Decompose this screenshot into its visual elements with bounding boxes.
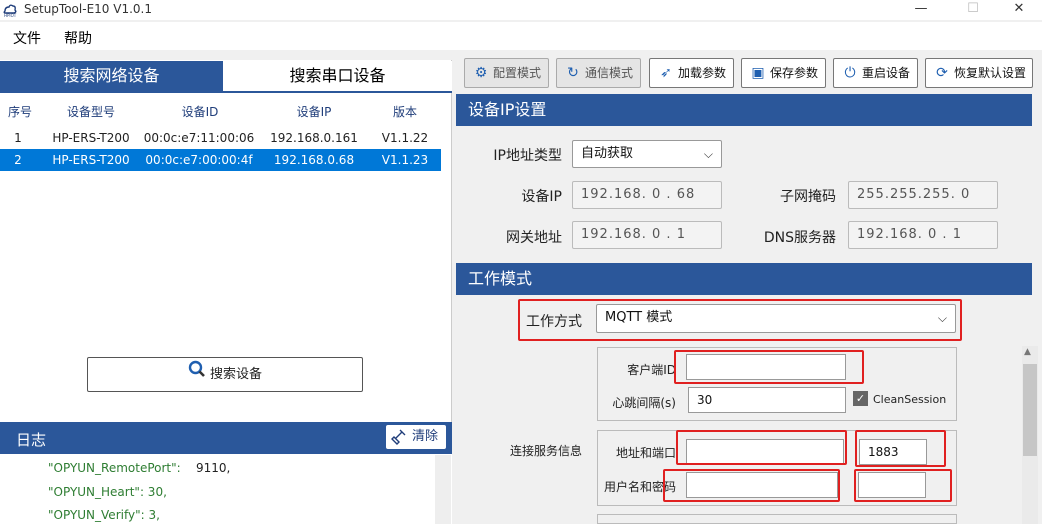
- tab-search-network[interactable]: 搜索网络设备: [0, 61, 223, 91]
- cell-version: V1.1.22: [381, 131, 429, 145]
- mode-select[interactable]: MQTT 模式 ⌵: [596, 304, 956, 333]
- col-header-ip[interactable]: 设备IP: [290, 103, 338, 120]
- log-line: "OPYUN_Heart": 30,: [48, 485, 167, 499]
- subnet-label: 子网掩码: [780, 189, 836, 205]
- broom-icon: [390, 428, 408, 455]
- highlight-box: [855, 430, 946, 467]
- cell-id: 00:0c:e7:11:00:06: [143, 131, 255, 145]
- cell-version: V1.1.23: [381, 153, 429, 167]
- svg-text:HPIOT: HPIOT: [4, 13, 17, 18]
- ip-type-label: IP地址类型: [493, 148, 562, 164]
- chevron-down-icon: ⌵: [937, 311, 947, 325]
- save-icon: ▣: [751, 65, 765, 81]
- tab-search-serial[interactable]: 搜索串口设备: [223, 61, 452, 91]
- restart-device-button[interactable]: ⏻ 重启设备: [833, 58, 918, 88]
- cell-index: 2: [14, 153, 22, 167]
- dns-field[interactable]: 192.168. 0 . 1: [848, 221, 998, 249]
- window-title: SetupTool-E10 V1.0.1: [24, 2, 152, 16]
- highlight-box: [663, 469, 840, 502]
- subnet-field[interactable]: 255.255.255. 0: [848, 181, 998, 209]
- device-ip-label: 设备IP: [521, 189, 562, 205]
- scroll-up-icon[interactable]: ▲: [1024, 347, 1031, 357]
- log-line: "OPYUN_Verify": 3,: [48, 508, 160, 522]
- client-id-label: 客户端ID: [627, 363, 676, 377]
- cell-model: HP-ERS-T200: [52, 131, 130, 145]
- col-header-version[interactable]: 版本: [390, 103, 420, 120]
- clean-session-label: CleanSession: [873, 393, 947, 406]
- load-params-button[interactable]: ➶ 加载参数: [649, 58, 734, 88]
- menu-file[interactable]: 文件: [13, 28, 41, 48]
- table-row-selected[interactable]: 2 HP-ERS-T200 00:0c:e7:00:00:4f 192.168.…: [0, 149, 441, 171]
- menu-bar: [0, 22, 1042, 50]
- log-title: 日志: [16, 431, 47, 449]
- col-header-model[interactable]: 设备型号: [60, 103, 122, 120]
- power-icon: ⏻: [844, 65, 856, 81]
- address-port-label: 地址和端口: [615, 446, 676, 460]
- tab-underline: [0, 91, 452, 93]
- table-row[interactable]: 1 HP-ERS-T200 00:0c:e7:11:00:06 192.168.…: [0, 127, 441, 149]
- cell-ip: 192.168.0.68: [273, 153, 355, 167]
- maximize-button[interactable]: ☐: [950, 0, 996, 20]
- cell-index: 1: [14, 131, 22, 145]
- search-device-label: 搜索设备: [209, 367, 262, 382]
- comm-mode-button[interactable]: ↻ 通信模式: [556, 58, 641, 88]
- rocket-icon: ➶: [660, 65, 672, 81]
- ip-section-header: 设备IP设置: [456, 94, 1032, 126]
- server-info-label: 连接服务信息: [509, 444, 582, 458]
- title-bar: [0, 0, 1042, 20]
- highlight-box: [676, 430, 847, 465]
- close-button[interactable]: ✕: [996, 0, 1042, 20]
- col-header-id[interactable]: 设备ID: [176, 103, 224, 120]
- highlight-box: [854, 469, 952, 502]
- search-icon: [188, 358, 206, 391]
- ip-type-select[interactable]: 自动获取 ⌵: [572, 140, 722, 168]
- device-ip-field[interactable]: 192.168. 0 . 68: [572, 181, 722, 209]
- col-header-index[interactable]: 序号: [8, 103, 32, 120]
- mode-label: 工作方式: [526, 314, 582, 330]
- dns-label: DNS服务器: [763, 230, 836, 246]
- gateway-field[interactable]: 192.168. 0 . 1: [572, 221, 722, 249]
- cell-id: 00:0c:e7:00:00:4f: [145, 153, 253, 167]
- log-line: "OPYUN_RemotePort": 9110,: [48, 461, 231, 475]
- scrollbar-thumb[interactable]: [1023, 364, 1037, 456]
- refresh-icon: ↻: [567, 65, 579, 81]
- clear-log-button[interactable]: 清除: [386, 425, 446, 449]
- config-mode-button[interactable]: ⚙ 配置模式: [464, 58, 549, 88]
- work-section-header: 工作模式: [456, 263, 1032, 295]
- minimize-button[interactable]: —: [898, 0, 944, 20]
- sync-icon: ⟳: [936, 65, 948, 81]
- search-device-button[interactable]: 搜索设备: [87, 357, 363, 392]
- cell-ip: 192.168.0.161: [270, 131, 358, 145]
- app-logo-icon: HPIOT: [2, 2, 18, 18]
- log-scrollbar[interactable]: [435, 455, 451, 524]
- restore-defaults-button[interactable]: ⟳ 恢复默认设置: [925, 58, 1033, 88]
- heartbeat-input[interactable]: 30: [688, 387, 846, 413]
- clear-log-label: 清除: [412, 429, 439, 444]
- highlight-box: [674, 350, 864, 384]
- clean-session-checkbox[interactable]: ✓: [853, 391, 868, 406]
- cell-model: HP-ERS-T200: [52, 153, 130, 167]
- next-groupbox: [597, 514, 957, 524]
- log-header: [0, 422, 452, 454]
- menu-help[interactable]: 帮助: [64, 28, 92, 48]
- heartbeat-label: 心跳间隔(s): [612, 396, 676, 410]
- save-params-button[interactable]: ▣ 保存参数: [741, 58, 826, 88]
- gateway-label: 网关地址: [506, 230, 562, 246]
- sliders-icon: ⚙: [474, 65, 488, 81]
- chevron-down-icon: ⌵: [703, 147, 713, 161]
